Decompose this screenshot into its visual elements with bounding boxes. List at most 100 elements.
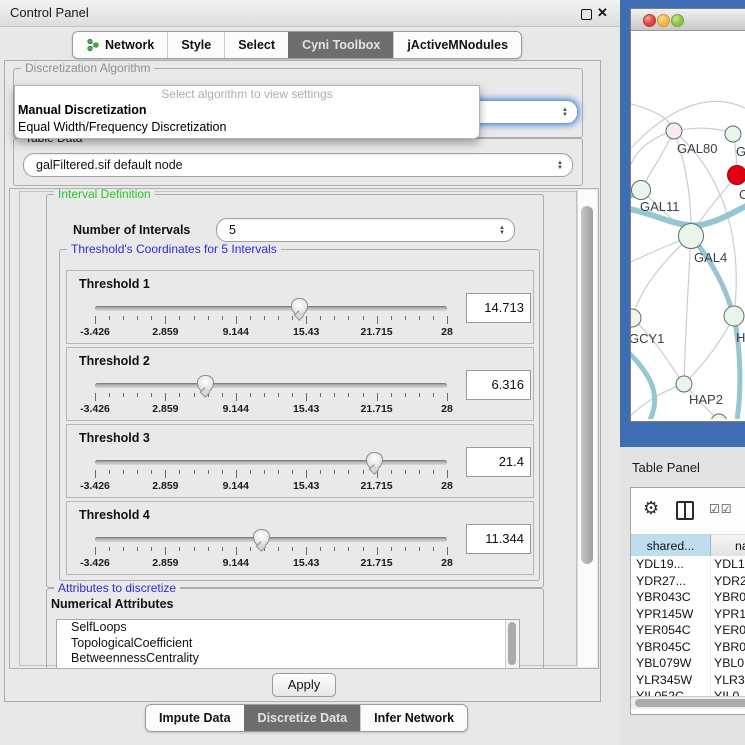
slider-tick — [95, 547, 96, 555]
shared-name-cell[interactable]: YBL079W — [631, 655, 710, 672]
network-node-ga[interactable] — [725, 126, 741, 142]
zoom-window-icon[interactable] — [671, 14, 684, 27]
name-cell[interactable]: YDR2 — [710, 573, 745, 590]
table-row[interactable]: YBL079W YBL0 — [631, 655, 745, 672]
network-edge[interactable] — [674, 128, 733, 134]
network-edge[interactable] — [632, 318, 684, 384]
tab-cyni-toolbox[interactable]: Cyni Toolbox — [288, 32, 393, 58]
attribute-list-item[interactable]: BetweennessCentrality — [57, 651, 519, 667]
tab-jactivemnodules[interactable]: jActiveMNodules — [393, 32, 521, 58]
table-row[interactable]: YDR27... YDR2 — [631, 573, 745, 590]
threshold-slider-track[interactable] — [95, 460, 447, 465]
gear-icon[interactable]: ⚙ — [643, 498, 659, 519]
table-row[interactable]: YBR043C YBR0 — [631, 589, 745, 606]
threshold-value-field[interactable]: 21.4 — [466, 447, 531, 477]
shared-name-cell[interactable]: YER054C — [631, 622, 710, 639]
shared-name-cell[interactable]: YBR045C — [631, 639, 710, 656]
threshold-slider-thumb[interactable] — [291, 298, 308, 316]
dropdown-item[interactable]: Manual Discretization — [15, 102, 479, 119]
minimize-window-icon[interactable] — [657, 14, 670, 27]
slider-tick — [236, 470, 237, 478]
network-edge[interactable] — [684, 236, 691, 384]
slider-tick — [250, 470, 251, 474]
columns-icon[interactable] — [676, 501, 694, 520]
name-cell[interactable]: YDL1 — [710, 556, 745, 573]
slider-ticks — [95, 393, 447, 402]
table-row[interactable]: YER054C YER0 — [631, 622, 745, 639]
network-node-gal11[interactable] — [632, 181, 651, 200]
name-cell[interactable]: YER0 — [710, 622, 745, 639]
threshold-slider-track[interactable] — [95, 306, 447, 311]
section-title: Interval Definition — [54, 188, 155, 201]
table-row[interactable]: YBR045C YBR0 — [631, 639, 745, 656]
network-node-gcy1[interactable] — [631, 309, 641, 327]
name-cell[interactable]: YBR0 — [710, 589, 745, 606]
horizontal-scrollbar[interactable] — [631, 696, 745, 709]
horizontal-scrollbar-thumb[interactable] — [635, 699, 745, 707]
network-node-label: GAL80 — [677, 141, 717, 156]
slider-tick — [250, 547, 251, 551]
column-header-name[interactable]: na — [711, 534, 745, 556]
tab-style[interactable]: Style — [167, 32, 224, 58]
network-edge[interactable] — [631, 384, 684, 416]
vertical-scrollbar-thumb[interactable] — [581, 206, 593, 564]
table-row[interactable]: YDL19... YDL1 — [631, 556, 745, 573]
number-of-intervals-combobox[interactable]: 5 ▲▼ — [216, 218, 515, 242]
shared-name-cell[interactable]: YLR345W — [631, 672, 710, 689]
network-edge[interactable] — [641, 131, 674, 190]
attribute-list-item[interactable]: SelfLoops — [57, 620, 519, 636]
network-node-gal80[interactable] — [666, 123, 682, 139]
slider-tick — [278, 470, 279, 474]
threshold-slider-thumb[interactable] — [253, 529, 270, 547]
close-panel-icon[interactable]: ✕ — [597, 5, 608, 21]
slider-tick — [179, 316, 180, 320]
list-scrollbar[interactable] — [505, 620, 519, 668]
tab-discretize-data[interactable]: Discretize Data — [244, 705, 361, 731]
threshold-value-field[interactable]: 11.344 — [466, 524, 531, 554]
threshold-slider-thumb[interactable] — [197, 375, 214, 393]
vertical-scrollbar[interactable] — [577, 190, 597, 667]
float-panel-icon[interactable] — [581, 9, 592, 20]
threshold-slider-track[interactable] — [95, 383, 447, 388]
threshold-value-field[interactable]: 6.316 — [466, 370, 531, 400]
slider-tick — [447, 547, 448, 555]
network-edge[interactable] — [684, 316, 734, 384]
name-cell[interactable]: YBL0 — [710, 655, 744, 672]
apply-button[interactable]: Apply — [272, 673, 336, 697]
network-node-c[interactable] — [728, 166, 745, 185]
shared-name-cell[interactable]: YDL19... — [631, 556, 710, 573]
dropdown-item[interactable]: Equal Width/Frequency Discretization — [15, 119, 479, 136]
network-node-hap2[interactable] — [676, 376, 692, 392]
column-header-shared-name[interactable]: shared... — [631, 534, 711, 556]
attribute-list-item[interactable]: TopologicalCoefficient — [57, 636, 519, 652]
threshold-value-field[interactable]: 14.713 — [466, 293, 531, 323]
network-edge-thick[interactable] — [631, 353, 655, 419]
table-data-combobox[interactable]: galFiltered.sif default node ▲▼ — [23, 153, 573, 177]
table-row[interactable]: YLR345W YLR3 — [631, 672, 745, 689]
name-cell[interactable]: YBR0 — [710, 639, 745, 656]
shared-name-cell[interactable]: YPR145W — [631, 606, 710, 623]
tab-select[interactable]: Select — [224, 32, 288, 58]
network-node-label: C — [739, 187, 745, 202]
threshold-slider-thumb[interactable] — [366, 452, 383, 470]
tab-network[interactable]: Network — [73, 32, 167, 58]
tab-impute-data[interactable]: Impute Data — [146, 705, 244, 731]
slider-tick — [292, 547, 293, 551]
tab-infer-network[interactable]: Infer Network — [360, 705, 467, 731]
slider-tick — [419, 316, 420, 320]
table-row[interactable]: YPR145W YPR1 — [631, 606, 745, 623]
select-columns-icon[interactable]: ☑☑ — [709, 502, 733, 516]
threshold-slider-track[interactable] — [95, 537, 447, 542]
shared-name-cell[interactable]: YDR27... — [631, 573, 710, 590]
dropdown-placeholder-item[interactable]: Select algorithm to view settings — [15, 86, 479, 102]
network-node-label: HAP2 — [689, 392, 723, 407]
list-scrollbar-thumb[interactable] — [508, 622, 516, 665]
network-node-h[interactable] — [724, 306, 744, 326]
shared-name-cell[interactable]: YBR043C — [631, 589, 710, 606]
close-window-icon[interactable] — [643, 14, 656, 27]
network-node-gal4[interactable] — [679, 224, 704, 249]
network-canvas[interactable]: GAL80GACGAL11GAL4GCY1HHAP2 — [631, 30, 745, 419]
network-window-titlebar[interactable] — [631, 9, 745, 31]
name-cell[interactable]: YLR3 — [710, 672, 745, 689]
name-cell[interactable]: YPR1 — [710, 606, 745, 623]
